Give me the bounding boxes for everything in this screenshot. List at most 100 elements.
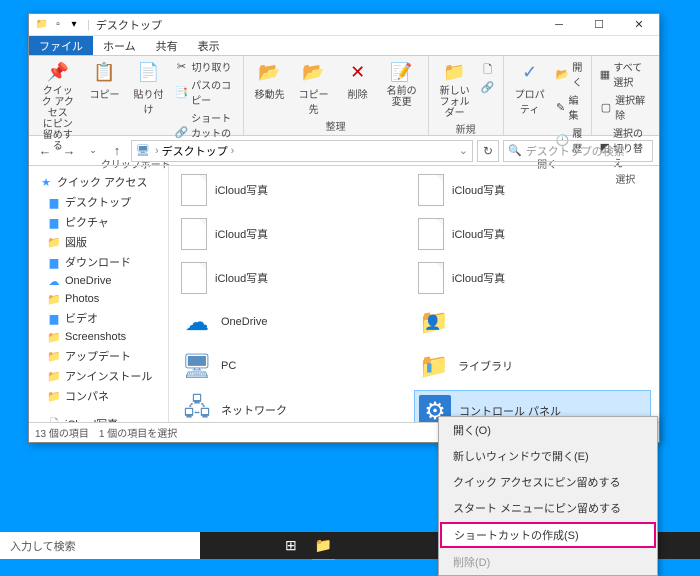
paste-button[interactable]: 📄 貼り付け [128,58,168,118]
document-icon [418,262,444,294]
ribbon: 📌 クイック アクセス にピン留めする 📋 コピー 📄 貼り付け ✂切り取り 📑… [29,56,659,136]
edit-button[interactable]: ✎編集 [554,91,585,123]
file-item[interactable]: 🖥PC [177,346,414,386]
file-label: iCloud写真 [215,270,268,286]
sidebar-item[interactable]: ☁OneDrive [29,272,168,290]
star-icon: ★ [39,175,53,189]
document-icon [418,174,444,206]
sidebar-item-label: ビデオ [65,310,98,326]
properties-button[interactable]: ✓プロパティ [510,58,550,118]
maximize-button[interactable]: ☐ [579,14,619,36]
back-button[interactable]: ← [35,141,55,161]
up-button[interactable]: ↑ [107,141,127,161]
file-item[interactable]: iCloud写真 [414,258,651,298]
tab-view[interactable]: 表示 [188,36,230,55]
cm-delete[interactable]: 削除(D) [439,549,657,575]
refresh-button[interactable]: ↻ [477,140,499,162]
taskbar-search-text: 入力して検索 [10,538,76,554]
library-icon: 📁▮ [418,350,450,382]
file-item[interactable]: 🖧ネットワーク [177,390,414,422]
copy-path-button[interactable]: 📑パスのコピー [172,76,236,108]
delete-button[interactable]: ✕削除 [338,58,378,103]
sidebar-item[interactable]: 📁アンインストール [29,366,168,386]
cm-create-shortcut[interactable]: ショートカットの作成(S) [440,522,656,548]
file-item[interactable]: 📁👤 [414,302,651,342]
sidebar-item-label: ダウンロード [65,254,131,270]
new-group-label: 新規 [435,121,497,137]
cm-pin-start[interactable]: スタート メニューにピン留めする [439,495,657,521]
sidebar-item[interactable]: 📁アップデート [29,346,168,366]
copy-button[interactable]: 📋 コピー [84,58,124,103]
sidebar-item[interactable]: ▆ダウンロード [29,252,168,272]
file-item[interactable]: iCloud写真 [414,170,651,210]
search-placeholder: デスクトップの検索 [526,143,625,159]
select-all-button[interactable]: ▦すべて選択 [598,58,653,90]
sidebar-item[interactable]: 📁Photos [29,290,168,308]
sidebar-item[interactable]: ▆ビデオ [29,308,168,328]
minimize-button[interactable]: ─ [539,14,579,36]
sidebar-item[interactable]: ★クイック アクセス [29,172,168,192]
new-folder-button[interactable]: 📁新しい フォルダー [435,58,475,121]
rename-button[interactable]: 📝名前の 変更 [382,58,422,110]
file-item[interactable]: iCloud写真 [177,214,414,254]
sidebar-item[interactable]: 📁コンパネ [29,386,168,406]
window-title: デスクトップ [96,17,162,33]
folder-icon: ▆ [47,195,61,209]
sidebar-item-label: アンインストール [65,368,152,384]
cm-open[interactable]: 開く(O) [439,417,657,443]
organize-group-label: 整理 [250,118,422,134]
sidebar-item[interactable]: 📁Screenshots [29,328,168,346]
sidebar-item-label: Photos [65,293,99,305]
paste-icon: 📄 [136,60,160,84]
save-icon[interactable]: ▫ [51,18,65,32]
taskbar-explorer-icon[interactable]: 📁 [315,537,332,554]
qat-dropdown-icon[interactable]: ▾ [67,18,81,32]
cm-pin-quick[interactable]: クイック アクセスにピン留めする [439,469,657,495]
easy-access-button[interactable]: 🔗 [479,79,497,95]
tab-file[interactable]: ファイル [29,36,93,55]
cm-new-window[interactable]: 新しいウィンドウで開く(E) [439,443,657,469]
tab-home[interactable]: ホーム [93,36,146,55]
new-item-button[interactable]: 🗋 [479,62,497,78]
file-item[interactable]: ☁OneDrive [177,302,414,342]
file-item[interactable]: iCloud写真 [177,170,414,210]
taskbar-search[interactable]: 入力して検索 [0,532,200,559]
breadcrumb[interactable]: 🖥› デスクトップ › ⌄ [131,140,473,162]
tab-share[interactable]: 共有 [146,36,188,55]
user-folder-icon: 📁👤 [418,306,450,338]
folder-icon: 📁 [47,235,61,249]
forward-button[interactable]: → [59,141,79,161]
ribbon-group-open: ✓プロパティ 📂開く ✎編集 🕘履歴 開く [504,56,592,135]
titlebar: 📁 ▫ ▾ | デスクトップ ─ ☐ ✕ [29,14,659,36]
sidebar-item[interactable]: 📁 図版 [29,232,168,252]
task-view-icon[interactable]: ⊞ [285,537,297,554]
file-item[interactable]: iCloud写真 [177,258,414,298]
search-input[interactable]: 🔍 デスクトップの検索 [503,140,653,162]
sidebar-item[interactable]: 🗋iCloud写真 [29,414,168,422]
properties-icon: ✓ [518,60,542,84]
move-to-button[interactable]: 📂移動先 [250,58,290,103]
ribbon-group-select: ▦すべて選択 ▢選択解除 ◩選択の切り替え 選択 [592,56,659,135]
cut-button[interactable]: ✂切り取り [172,58,236,75]
copy-to-button[interactable]: 📂コピー先 [294,58,334,118]
document-icon [418,218,444,250]
folder-icon: 📁 [47,389,61,403]
open-button[interactable]: 📂開く [554,58,585,90]
file-label: iCloud写真 [215,182,268,198]
open-icon: 📂 [556,67,570,81]
file-label: PC [221,360,236,372]
sidebar-item-label: 図版 [65,234,87,250]
sidebar-item[interactable]: ▆ピクチャ [29,212,168,232]
select-none-button[interactable]: ▢選択解除 [598,91,653,123]
close-button[interactable]: ✕ [619,14,659,36]
folder-icon: ▆ [47,215,61,229]
sidebar-item-label: アップデート [65,348,131,364]
copyto-icon: 📂 [302,60,326,84]
history-dropdown[interactable]: ⌄ [83,141,103,161]
file-item[interactable]: iCloud写真 [414,214,651,254]
sidebar-item[interactable]: ▆デスクトップ [29,192,168,212]
file-item[interactable]: 📁▮ライブラリ [414,346,651,386]
document-icon [181,174,207,206]
file-label: iCloud写真 [452,270,505,286]
edit-icon: ✎ [556,100,566,114]
